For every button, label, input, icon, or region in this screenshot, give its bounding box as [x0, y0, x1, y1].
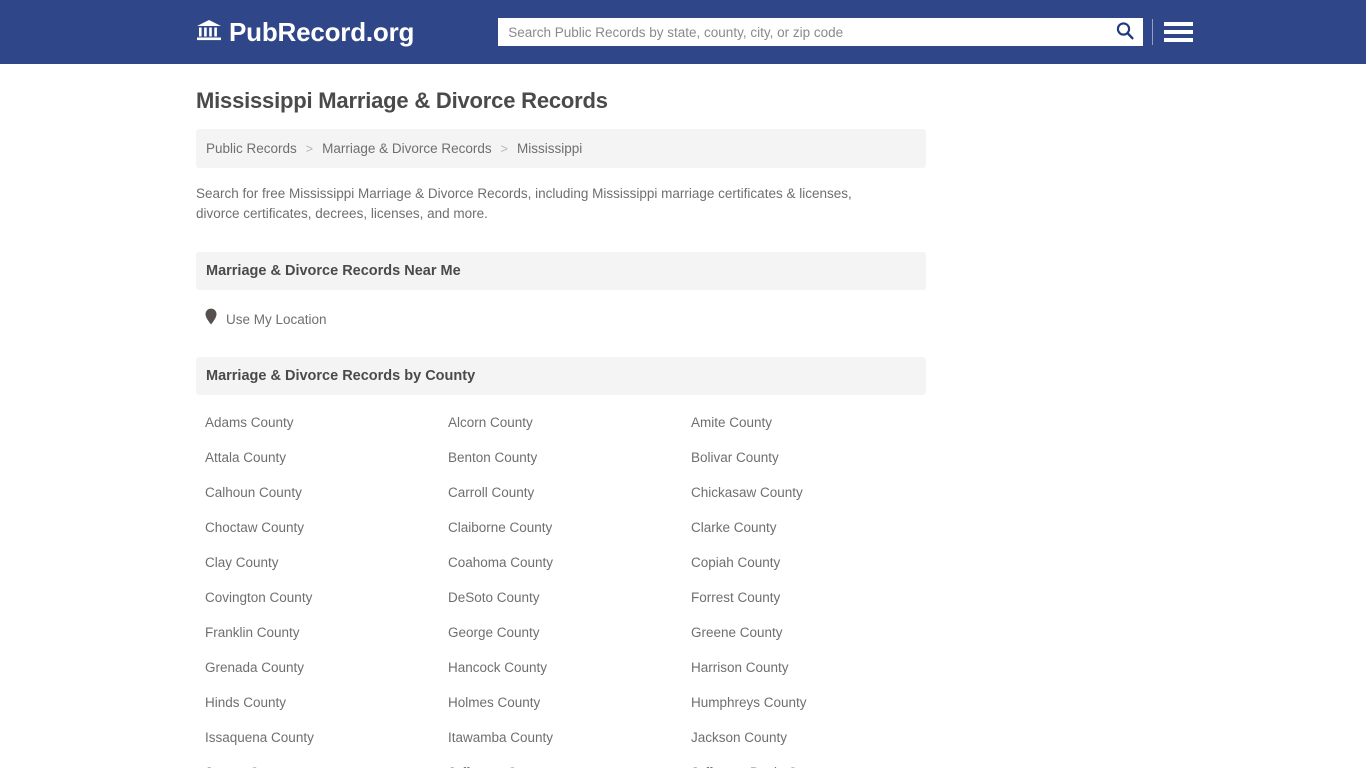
page-intro-text: Search for free Mississippi Marriage & D…: [196, 186, 852, 221]
search-input[interactable]: [508, 24, 1114, 40]
county-link[interactable]: Alcorn County: [448, 415, 691, 430]
county-link[interactable]: Greene County: [691, 625, 935, 640]
site-logo-link[interactable]: PubRecord.org: [196, 18, 414, 47]
breadcrumb-item-public-records[interactable]: Public Records: [206, 141, 297, 156]
county-link[interactable]: Forrest County: [691, 590, 935, 605]
hamburger-bar: [1164, 38, 1194, 42]
search-box[interactable]: [498, 18, 1144, 46]
search-icon: [1115, 21, 1135, 44]
hamburger-bar: [1164, 30, 1194, 34]
county-link[interactable]: Issaquena County: [205, 730, 448, 745]
breadcrumb-separator: >: [305, 141, 314, 156]
section-header-near-me: Marriage & Divorce Records Near Me: [196, 252, 926, 290]
county-link[interactable]: Clay County: [205, 555, 448, 570]
main-content: Mississippi Marriage & Divorce Records P…: [0, 88, 1366, 768]
search-submit-button[interactable]: [1113, 21, 1137, 44]
county-link[interactable]: DeSoto County: [448, 590, 691, 605]
hamburger-bar: [1164, 22, 1194, 26]
county-link[interactable]: Holmes County: [448, 695, 691, 710]
site-header: PubRecord.org: [0, 0, 1366, 64]
county-link[interactable]: Hancock County: [448, 660, 691, 675]
map-pin-icon: [205, 308, 217, 330]
county-link[interactable]: Jackson County: [691, 730, 935, 745]
county-link[interactable]: Adams County: [205, 415, 448, 430]
page-title: Mississippi Marriage & Divorce Records: [196, 88, 608, 113]
county-link[interactable]: Claiborne County: [448, 520, 691, 535]
county-link[interactable]: Franklin County: [205, 625, 448, 640]
section-header-by-county: Marriage & Divorce Records by County: [196, 357, 926, 395]
county-link[interactable]: Carroll County: [448, 485, 691, 500]
county-link[interactable]: Bolivar County: [691, 450, 935, 465]
county-link[interactable]: Hinds County: [205, 695, 448, 710]
county-link[interactable]: Humphreys County: [691, 695, 935, 710]
header-search-area: [498, 18, 1194, 46]
bank-building-icon: [196, 18, 222, 47]
header-divider: [1152, 19, 1154, 45]
county-link[interactable]: Coahoma County: [448, 555, 691, 570]
county-link[interactable]: Harrison County: [691, 660, 935, 675]
county-link[interactable]: Grenada County: [205, 660, 448, 675]
breadcrumb: Public Records > Marriage & Divorce Reco…: [196, 129, 926, 168]
use-my-location-link[interactable]: Use My Location: [226, 312, 327, 327]
county-link[interactable]: Covington County: [205, 590, 448, 605]
county-link[interactable]: Calhoun County: [205, 485, 448, 500]
county-link[interactable]: Choctaw County: [205, 520, 448, 535]
breadcrumb-item-mississippi: Mississippi: [516, 141, 583, 156]
county-link[interactable]: Attala County: [205, 450, 448, 465]
site-logo-text: PubRecord.org: [229, 17, 415, 47]
county-link[interactable]: George County: [448, 625, 691, 640]
county-link[interactable]: Chickasaw County: [691, 485, 935, 500]
county-link[interactable]: Copiah County: [691, 555, 935, 570]
county-link[interactable]: Itawamba County: [448, 730, 691, 745]
breadcrumb-separator: >: [500, 141, 508, 156]
county-links-grid: Adams County Alcorn County Amite County …: [196, 415, 926, 768]
use-my-location-row[interactable]: Use My Location: [196, 308, 396, 330]
county-link[interactable]: Clarke County: [691, 520, 935, 535]
county-link[interactable]: Benton County: [448, 450, 691, 465]
county-link[interactable]: Amite County: [691, 415, 935, 430]
hamburger-menu-icon[interactable]: [1164, 22, 1194, 42]
breadcrumb-item-marriage-divorce-records[interactable]: Marriage & Divorce Records: [322, 141, 492, 156]
